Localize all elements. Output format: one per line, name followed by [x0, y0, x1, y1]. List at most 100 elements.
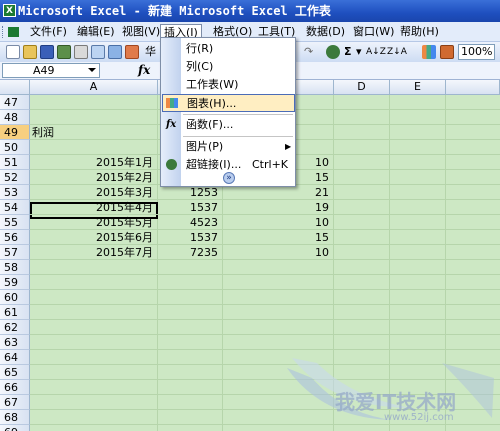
autosum-icon[interactable]: Σ — [344, 44, 352, 60]
menu-help[interactable]: 帮助(H) — [397, 24, 442, 40]
drawing-icon[interactable] — [440, 45, 454, 59]
permission-icon[interactable] — [57, 45, 71, 59]
document-icon[interactable] — [8, 27, 19, 37]
window-title: Microsoft Excel - 新建 Microsoft Excel 工作表 — [18, 4, 331, 18]
hyperlink-toolbar-icon[interactable] — [326, 45, 340, 59]
cell-c[interactable]: 15 — [223, 230, 331, 245]
insert-menu-dropdown: 行(R) 列(C) 工作表(W) 图表(H)... fx 函数(F)... 图片… — [160, 37, 296, 187]
column-header-e[interactable]: E — [390, 80, 446, 95]
redo-icon[interactable]: ↷ — [304, 44, 313, 60]
cell-b[interactable]: 1537 — [158, 230, 220, 245]
row-header[interactable]: 63 — [0, 335, 30, 350]
row-header[interactable]: 49 — [0, 125, 30, 140]
print-preview-icon[interactable] — [91, 45, 105, 59]
cell-c[interactable]: 10 — [223, 215, 331, 230]
row-header[interactable]: 54 — [0, 200, 30, 215]
row-header[interactable]: 51 — [0, 155, 30, 170]
row-header[interactable]: 62 — [0, 320, 30, 335]
row-header[interactable]: 55 — [0, 215, 30, 230]
gridline — [30, 274, 500, 275]
cell-b[interactable]: 1253 — [158, 185, 220, 200]
menu-item-label: 工作表(W) — [186, 78, 239, 91]
row-header[interactable]: 48 — [0, 110, 30, 125]
row-header[interactable]: 57 — [0, 245, 30, 260]
gridline — [30, 289, 500, 290]
column-header-d[interactable]: D — [334, 80, 390, 95]
menu-item-column[interactable]: 列(C) — [162, 58, 295, 76]
cell-a[interactable]: 2015年2月 — [30, 170, 155, 185]
autosum-dropdown-icon[interactable]: ▾ — [356, 44, 362, 60]
cell-a[interactable]: 2015年3月 — [30, 185, 155, 200]
menu-file[interactable]: 文件(F) — [27, 24, 70, 40]
row-header[interactable]: 66 — [0, 380, 30, 395]
excel-app-icon[interactable]: X — [3, 4, 16, 17]
cell-c[interactable]: 10 — [223, 245, 331, 260]
menu-item-label: 图表(H)... — [187, 97, 237, 110]
column-header-f[interactable] — [446, 80, 500, 95]
zoom-box[interactable]: 100% — [458, 44, 496, 60]
gridline — [30, 334, 500, 335]
row-header[interactable]: 58 — [0, 260, 30, 275]
cell-a[interactable] — [30, 140, 155, 155]
save-icon[interactable] — [40, 45, 54, 59]
cell-b[interactable]: 1537 — [158, 200, 220, 215]
menu-item-picture[interactable]: 图片(P) ▶ — [162, 138, 295, 156]
cell-a[interactable]: 2015年4月 — [30, 200, 155, 215]
cell-a[interactable] — [30, 95, 155, 110]
menu-edit[interactable]: 编辑(E) — [74, 24, 118, 40]
menu-window[interactable]: 窗口(W) — [350, 24, 397, 40]
menu-item-shortcut: Ctrl+K — [252, 158, 289, 171]
sort-ascending-icon[interactable]: A↓Z — [366, 44, 386, 60]
expand-menu-icon[interactable]: » — [223, 172, 235, 184]
row-header[interactable]: 52 — [0, 170, 30, 185]
open-icon[interactable] — [23, 45, 37, 59]
cell-a[interactable]: 利润 — [32, 125, 152, 140]
row-header[interactable]: 60 — [0, 290, 30, 305]
menu-view[interactable]: 视图(V) — [119, 24, 163, 40]
chart-wizard-icon[interactable] — [422, 45, 436, 59]
menu-separator — [183, 114, 293, 115]
cell-b[interactable]: 7235 — [158, 245, 220, 260]
name-box[interactable]: A49 — [2, 63, 100, 78]
font-name-fragment[interactable]: 华 — [145, 44, 156, 60]
hyperlink-icon — [166, 159, 177, 170]
row-header[interactable]: 59 — [0, 275, 30, 290]
menu-item-chart[interactable]: 图表(H)... — [162, 94, 295, 112]
row-header[interactable]: 69 — [0, 425, 30, 431]
menu-data[interactable]: 数据(D) — [303, 24, 348, 40]
insert-function-icon[interactable]: fx — [138, 63, 150, 77]
watermark-text: 我爱IT技术网 — [335, 390, 457, 414]
new-icon[interactable] — [6, 45, 20, 59]
menu-item-worksheet[interactable]: 工作表(W) — [162, 76, 295, 94]
row-header[interactable]: 67 — [0, 395, 30, 410]
spelling-icon[interactable] — [108, 45, 122, 59]
print-icon[interactable] — [74, 45, 88, 59]
row-header[interactable]: 50 — [0, 140, 30, 155]
cell-c[interactable]: 19 — [223, 200, 331, 215]
row-header[interactable]: 53 — [0, 185, 30, 200]
sort-descending-icon[interactable]: Z↓A — [387, 44, 407, 60]
row-header[interactable]: 61 — [0, 305, 30, 320]
title-bar: Microsoft Excel - 新建 Microsoft Excel 工作表 — [0, 0, 500, 22]
function-icon: fx — [166, 119, 177, 130]
research-icon[interactable] — [125, 45, 139, 59]
select-all-corner[interactable] — [0, 80, 30, 95]
cell-b[interactable]: 4523 — [158, 215, 220, 230]
cell-c[interactable]: 21 — [223, 185, 331, 200]
row-header[interactable]: 47 — [0, 95, 30, 110]
menu-item-row[interactable]: 行(R) — [162, 40, 295, 58]
row-header[interactable]: 68 — [0, 410, 30, 425]
menu-item-function[interactable]: fx 函数(F)... — [162, 116, 295, 134]
row-header[interactable]: 65 — [0, 365, 30, 380]
row-header[interactable]: 64 — [0, 350, 30, 365]
cell-a[interactable] — [30, 110, 155, 125]
cell-a[interactable]: 2015年7月 — [30, 245, 155, 260]
cell-a[interactable]: 2015年5月 — [30, 215, 155, 230]
grip-handle[interactable] — [2, 26, 5, 38]
column-header-a[interactable]: A — [30, 80, 158, 95]
name-box-dropdown-icon[interactable] — [88, 68, 96, 72]
row-header[interactable]: 56 — [0, 230, 30, 245]
cell-a[interactable]: 2015年6月 — [30, 230, 155, 245]
cell-a[interactable]: 2015年1月 — [30, 155, 155, 170]
gridline — [30, 319, 500, 320]
